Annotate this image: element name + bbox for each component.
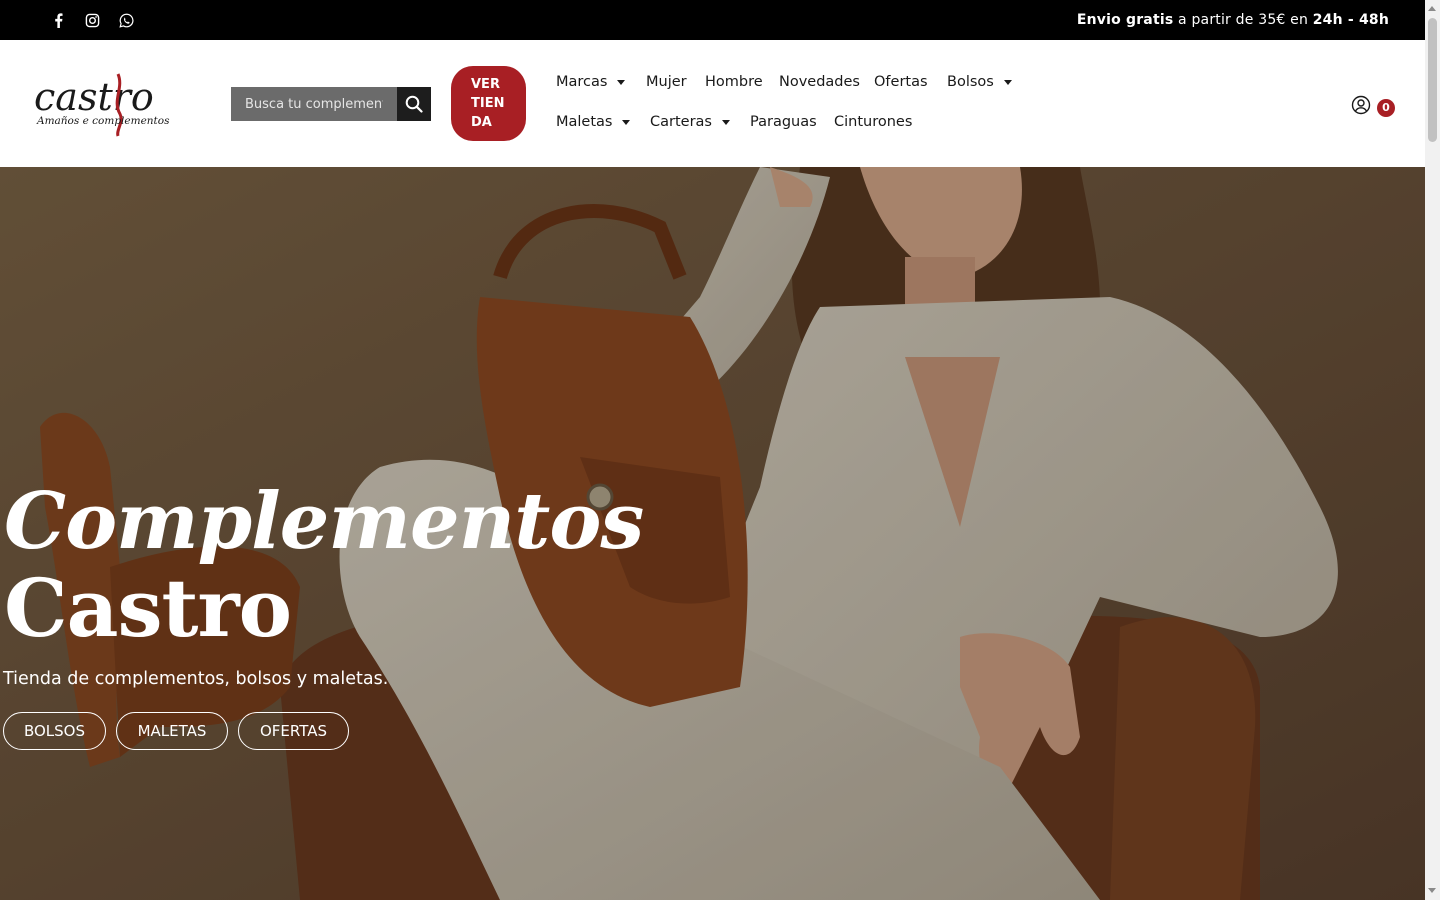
chevron-down-icon [1003,79,1012,85]
nav-marcas[interactable]: Marcas [556,74,626,90]
scroll-up-icon[interactable] [1428,6,1436,11]
hero-title: Complementos Castro [4,476,644,655]
search-bar [231,87,431,121]
instagram-icon[interactable] [80,0,104,40]
cart-count-badge[interactable]: 0 [1377,99,1395,117]
store-label-2: TIEN [471,96,505,111]
store-label-1: VER [471,77,500,92]
nav-bolsos-label: Bolsos [947,74,994,90]
nav-novedades-label: Novedades [779,74,860,90]
nav-hombre[interactable]: Hombre [705,74,763,90]
logo-wordmark: castro [34,75,154,119]
hero-banner: Complementos Castro Tienda de complement… [0,167,1425,900]
hero-title-line-1: Complementos [4,476,644,567]
top-bar: Envio gratis a partir de 35€ en 24h - 48… [0,0,1425,40]
view-store-button[interactable]: VER TIEN DA [451,66,526,141]
nav-maletas[interactable]: Maletas [556,114,631,130]
chevron-down-icon [721,119,730,125]
facebook-icon[interactable] [46,0,70,40]
nav-ofertas-label: Ofertas [874,74,928,90]
nav-mujer[interactable]: Mujer [646,74,687,90]
nav-carteras-label: Carteras [650,114,712,130]
scroll-thumb[interactable] [1428,18,1437,142]
site-header: castro Amaños e complementos VER TIEN DA… [0,40,1425,167]
nav-mujer-label: Mujer [646,74,687,90]
nav-maletas-label: Maletas [556,114,613,130]
logo[interactable]: castro Amaños e complementos [32,70,192,138]
scroll-down-icon[interactable] [1428,888,1436,893]
shipping-message: Envio gratis a partir de 35€ en 24h - 48… [1077,0,1389,40]
account-icon[interactable] [1351,95,1371,115]
maletas-button[interactable]: MALETAS [116,712,228,750]
hero-title-line-2: Castro [4,561,292,655]
shipping-bold-2: 24h - 48h [1312,12,1389,28]
logo-tagline: Amaños e complementos [36,115,170,127]
shipping-bold-1: Envio gratis [1076,12,1174,28]
search-icon [405,95,423,113]
chevron-down-icon [622,119,631,125]
nav-paraguas[interactable]: Paraguas [750,114,817,130]
nav-carteras[interactable]: Carteras [650,114,730,130]
nav-ofertas[interactable]: Ofertas [874,74,928,90]
nav-hombre-label: Hombre [705,74,763,90]
whatsapp-icon[interactable] [114,0,138,40]
nav-marcas-label: Marcas [556,74,608,90]
ofertas-button[interactable]: OFERTAS [238,712,349,750]
nav-novedades[interactable]: Novedades [779,74,860,90]
nav-cinturones-label: Cinturones [834,114,913,130]
page-scrollbar[interactable] [1425,0,1440,900]
nav-paraguas-label: Paraguas [750,114,817,130]
store-label-3: DA [471,115,492,130]
shipping-text: a partir de 35€ en [1173,12,1313,28]
hero-subtitle: Tienda de complementos, bolsos y maletas… [3,669,389,689]
search-button[interactable] [397,87,431,121]
search-input[interactable] [231,87,397,121]
nav-bolsos[interactable]: Bolsos [947,74,1012,90]
nav-cinturones[interactable]: Cinturones [834,114,912,130]
chevron-down-icon [617,79,626,85]
bolsos-button[interactable]: BOLSOS [3,712,106,750]
